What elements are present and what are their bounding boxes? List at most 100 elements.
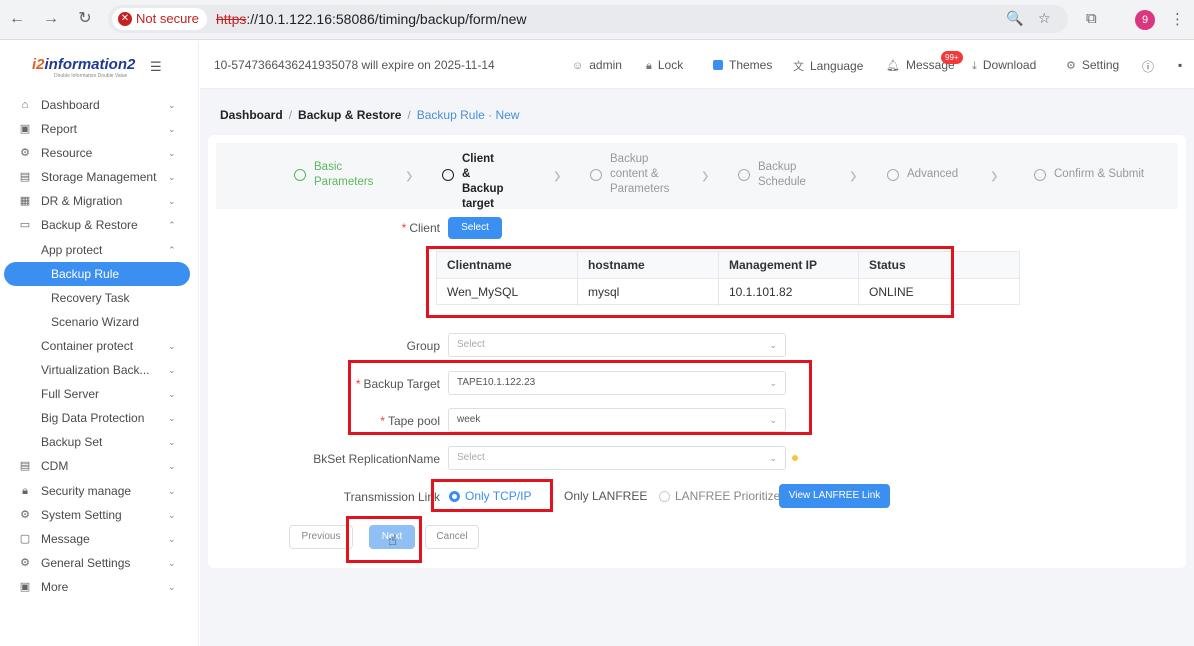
annotation-box-next <box>346 516 422 563</box>
report-icon: ▣ <box>19 123 31 136</box>
sidebar-item-resource[interactable]: ⚙ Resource ⌄ <box>0 141 199 165</box>
breadcrumb-current: Backup Rule · New <box>416 108 520 122</box>
sidebar-item-label: CDM <box>41 459 69 474</box>
sidebar-item-backup-rule[interactable]: Backup Rule <box>0 261 199 286</box>
sidebar-item-security-manage[interactable]: 🔒︎ Security manage ⌄ <box>0 479 199 503</box>
chevron-down-icon: ⌄ <box>168 485 176 496</box>
settings-icon: ⚙ <box>20 556 30 569</box>
sidebar-item-backup-restore[interactable]: ▭ Backup & Restore ⌃ <box>0 213 199 237</box>
language-label: Language <box>810 59 864 73</box>
replication-select[interactable]: Select ⌄ <box>448 446 786 470</box>
sidebar-item-label: Container protect <box>41 338 134 353</box>
setting-label: Setting <box>1081 58 1120 72</box>
replication-select-value: Select <box>457 452 485 463</box>
transmission-link-label: Transmission Link <box>343 490 440 504</box>
chevron-down-icon: ⌄ <box>168 461 176 472</box>
profile-avatar[interactable]: 9 <box>1135 10 1155 30</box>
message-count-badge: 99+ <box>941 51 963 64</box>
step-text: Backup Schedule <box>758 161 806 188</box>
chevron-down-icon: ⌄ <box>769 453 777 463</box>
chevron-down-icon: ⌄ <box>168 389 176 400</box>
help-icon[interactable]: ⓘ <box>1142 58 1154 75</box>
sidebar-item-scenario-wizard[interactable]: Scenario Wizard <box>0 310 199 334</box>
sidebar-item-label: Report <box>41 122 78 137</box>
step-text: Client & Backup target <box>462 153 504 210</box>
sidebar-item-label: Resource <box>41 146 93 161</box>
download-label: Download <box>982 58 1037 72</box>
sidebar-item-label: Dashboard <box>41 98 100 112</box>
logo-tagline: Double Information Double Value <box>54 73 128 79</box>
zoom-icon[interactable]: 🔍 <box>1006 10 1023 27</box>
chevron-down-icon: ⌄ <box>769 340 777 350</box>
setting-button[interactable]: ⚙ Setting <box>1066 58 1119 72</box>
sidebar-item-app-protect[interactable]: App protect ⌃ <box>0 238 199 262</box>
sidebar-item-label: Backup Set <box>41 435 103 450</box>
chevron-down-icon: ⌄ <box>168 509 176 520</box>
chevron-up-icon: ⌃ <box>168 244 176 255</box>
client-select-button[interactable]: Select <box>448 217 502 239</box>
browser-menu-icon[interactable]: ⋮ <box>1170 10 1185 28</box>
sidebar-item-cdm[interactable]: ▤ CDM ⌄ <box>0 454 199 478</box>
themes-button[interactable]: Themes <box>713 58 772 72</box>
sidebar-item-backup-set[interactable]: Backup Set ⌄ <box>0 430 199 454</box>
address-bar[interactable]: ✕ Not secure https://10.1.122.16:58086/t… <box>108 5 1068 33</box>
sidebar-item-label: DR & Migration <box>41 194 123 209</box>
form-card: Basic Parameters › Client & Backup target ›… <box>208 135 1186 568</box>
sidebar-item-system-setting[interactable]: ⚙ System Setting ⌄ <box>0 503 199 527</box>
sidebar-item-label: Scenario Wizard <box>51 314 140 329</box>
fullscreen-icon[interactable]: ▪ <box>1178 58 1182 72</box>
client-label: * Client <box>401 221 440 235</box>
sidebar-item-report[interactable]: ▣ Report ⌄ <box>0 117 199 141</box>
menu-collapse-icon[interactable]: ☰ <box>150 59 162 75</box>
not-secure-chip[interactable]: ✕ Not secure <box>112 8 207 30</box>
lanfree-prioritized-label[interactable]: LANFREE Prioritized <box>675 489 787 503</box>
only-lanfree-option[interactable]: Only LANFREE <box>564 489 647 503</box>
lock-icon: 🔒︎ <box>22 484 28 497</box>
browser-chrome: ← → ↻ ✕ Not secure https://10.1.122.16:5… <box>0 0 1194 40</box>
sidebar-item-label: Security manage <box>41 483 132 498</box>
radio-lanfree-prioritized[interactable] <box>659 491 670 502</box>
previous-button[interactable]: Previous <box>289 525 353 549</box>
forward-icon[interactable]: → <box>40 8 62 30</box>
lock-button[interactable]: 🔒︎ Lock <box>646 58 683 73</box>
extensions-icon[interactable]: ⧉ <box>1086 10 1097 27</box>
download-button[interactable]: ⤓ Download <box>972 58 1036 73</box>
cancel-button[interactable]: Cancel <box>425 525 479 549</box>
reload-icon[interactable]: ↻ <box>74 8 96 30</box>
step-text: Backup content & Parameters <box>610 153 670 195</box>
sidebar-item-recovery-task[interactable]: Recovery Task <box>0 286 199 310</box>
sidebar-item-message[interactable]: ▢ Message ⌄ <box>0 527 199 551</box>
sidebar-item-storage-management[interactable]: ▤ Storage Management ⌄ <box>0 165 199 189</box>
sidebar-item-more[interactable]: ▣ More ⌄ <box>0 575 199 599</box>
url-rest: ://10.1.122.16:58086/timing/backup/form/… <box>246 11 527 27</box>
sidebar-item-virtualization-backup[interactable]: Virtualization Back... ⌄ <box>0 358 199 382</box>
view-lanfree-link-button[interactable]: View LANFREE Link <box>779 484 890 508</box>
chevron-down-icon: ⌄ <box>168 124 176 135</box>
language-button[interactable]: 文 Language <box>793 58 863 74</box>
url-text[interactable]: https://10.1.122.16:58086/timing/backup/… <box>216 11 527 27</box>
back-icon[interactable]: ← <box>6 8 28 30</box>
resource-icon: ⚙ <box>20 147 30 160</box>
sidebar-item-label: Backup & Restore <box>41 218 138 233</box>
admin-menu[interactable]: ☺ admin <box>572 58 622 72</box>
sidebar-item-dashboard[interactable]: ⌂ Dashboard ⌄ <box>0 93 199 117</box>
group-select[interactable]: Select ⌄ <box>448 333 786 357</box>
sidebar-item-big-data-protection[interactable]: Big Data Protection ⌄ <box>0 406 199 430</box>
sidebar-item-general-settings[interactable]: ⚙ General Settings ⌄ <box>0 551 199 575</box>
logo[interactable]: i2information2 Double Information Double… <box>32 56 135 79</box>
chevron-right-icon: › <box>554 161 561 191</box>
bookmark-star-icon[interactable]: ☆ <box>1038 10 1051 27</box>
wizard-steps: Basic Parameters › Client & Backup target ›… <box>216 143 1178 210</box>
gear-icon: ⚙ <box>20 508 30 521</box>
group-select-value: Select <box>457 339 485 350</box>
sidebar-item-container-protect[interactable]: Container protect ⌄ <box>0 334 199 358</box>
sidebar-item-full-server[interactable]: Full Server ⌄ <box>0 382 199 406</box>
chevron-down-icon: ⌄ <box>168 100 176 110</box>
chevron-down-icon: ⌄ <box>168 365 176 376</box>
sidebar-item-label: Storage Management <box>41 170 157 185</box>
more-icon: ▣ <box>19 580 31 593</box>
sidebar-item-dr-migration[interactable]: ▦ DR & Migration ⌄ <box>0 189 199 213</box>
breadcrumb-backup-restore[interactable]: Backup & Restore <box>298 108 401 122</box>
sidebar: i2information2 Double Information Double… <box>0 41 199 646</box>
breadcrumb-dashboard[interactable]: Dashboard <box>220 108 283 122</box>
